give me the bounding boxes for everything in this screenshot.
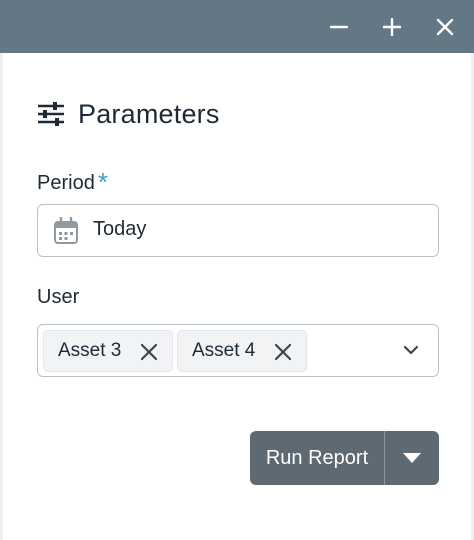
minimize-icon bbox=[330, 25, 348, 29]
panel-header: Parameters bbox=[37, 96, 220, 132]
chevron-down-icon[interactable] bbox=[403, 343, 419, 357]
sliders-icon bbox=[38, 102, 64, 126]
period-label-text: Period bbox=[37, 172, 95, 194]
close-icon bbox=[436, 18, 454, 36]
user-label: User bbox=[37, 286, 80, 308]
user-chip: Asset 3 bbox=[43, 330, 173, 372]
required-marker: * bbox=[97, 167, 108, 197]
titlebar bbox=[0, 0, 474, 53]
period-select[interactable]: Today bbox=[37, 204, 439, 257]
maximize-icon bbox=[383, 18, 401, 36]
minimize-button[interactable] bbox=[321, 9, 357, 45]
user-chip: Asset 4 bbox=[177, 330, 307, 372]
period-label: Period * bbox=[37, 165, 108, 197]
window-edge-left bbox=[0, 53, 3, 540]
close-button[interactable] bbox=[427, 9, 463, 45]
calendar-icon bbox=[54, 217, 78, 244]
caret-down-icon bbox=[403, 453, 421, 463]
user-chip-label: Asset 3 bbox=[58, 340, 122, 361]
panel-title: Parameters bbox=[78, 98, 220, 129]
run-options-toggle[interactable] bbox=[385, 431, 439, 485]
parameters-window: Parameters Period * Today User Asset 3 A… bbox=[0, 0, 474, 540]
close-icon[interactable] bbox=[140, 343, 158, 361]
user-multiselect[interactable]: Asset 3 Asset 4 bbox=[37, 324, 439, 377]
run-report-button[interactable]: Run Report bbox=[250, 431, 384, 485]
run-report-split-button: Run Report bbox=[250, 431, 439, 485]
maximize-button[interactable] bbox=[374, 9, 410, 45]
close-icon[interactable] bbox=[274, 343, 292, 361]
period-value: Today bbox=[93, 218, 147, 240]
user-chip-label: Asset 4 bbox=[192, 340, 256, 361]
